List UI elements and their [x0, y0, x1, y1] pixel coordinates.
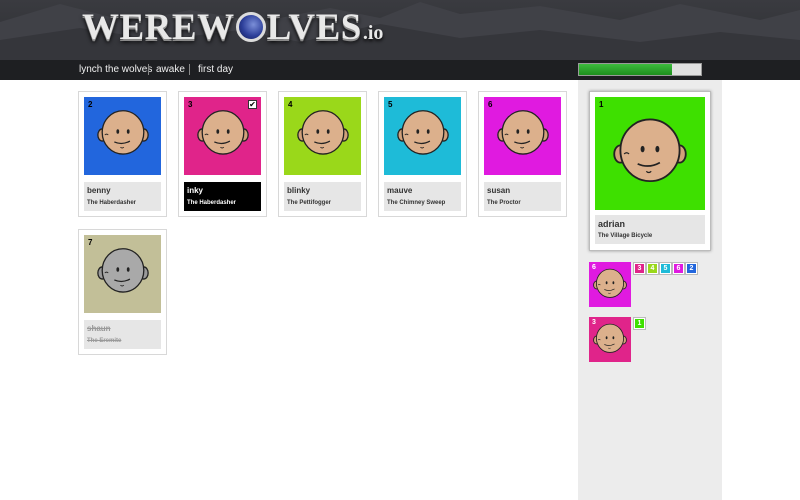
face-icon: [497, 109, 549, 161]
voter-badge: 4: [647, 263, 658, 274]
player-role: The Chimney Sweep: [387, 200, 446, 206]
player-card[interactable]: 3 ✔ inky The Haberdasher: [178, 91, 267, 217]
player-role: The Pettifogger: [287, 200, 332, 206]
face-icon: [297, 109, 349, 161]
player-role: The Eremite: [87, 338, 122, 344]
voter-badges: 3 4 5 6 2: [634, 263, 697, 274]
player-nameplate: shaun The Eremite: [84, 320, 161, 349]
player-name: mauve: [387, 186, 413, 195]
player-card[interactable]: 2 benny The Haberdasher: [78, 91, 167, 217]
player-name: adrian: [598, 219, 626, 229]
player-role: The Haberdasher: [87, 200, 137, 206]
player-nameplate: benny The Haberdasher: [84, 182, 161, 211]
player-nameplate: blinky The Pettifogger: [284, 182, 361, 211]
player-portrait: 2: [84, 97, 161, 175]
logo-text-end: LVES: [266, 7, 362, 48]
top-header: WEREW LVES .io lynch the wolves awake fi…: [0, 0, 800, 80]
voter-badge: 3: [634, 263, 645, 274]
logo-text-start: WEREW: [82, 7, 235, 48]
face-icon: [397, 109, 449, 161]
player-portrait: 5: [384, 97, 461, 175]
phase-progress-bar: [578, 63, 702, 76]
player-nameplate: susan The Proctor: [484, 182, 561, 211]
player-portrait: 7: [84, 235, 161, 313]
face-icon: [197, 109, 249, 161]
voter-badge: 6: [673, 263, 684, 274]
player-name: susan: [487, 186, 511, 195]
player-nameplate: adrian The Village Bicycle: [595, 215, 705, 244]
face-icon: [593, 268, 627, 304]
player-portrait: 6: [484, 97, 561, 175]
check-icon: ✔: [248, 100, 257, 109]
nav-divider: [189, 64, 190, 75]
player-portrait: 3 ✔: [184, 97, 261, 175]
face-icon: [97, 109, 149, 161]
player-number: 3: [188, 100, 193, 109]
player-name: shaun: [87, 324, 111, 333]
nav-lynch-the-wolves[interactable]: lynch the wolves: [79, 64, 152, 75]
player-number: 4: [288, 100, 293, 109]
player-name: inky: [187, 186, 204, 195]
phase-progress-fill: [579, 64, 672, 75]
player-role: The Haberdasher: [187, 200, 237, 206]
face-icon: [593, 323, 627, 359]
voter-badges: 1: [634, 318, 645, 329]
player-portrait: 1: [595, 97, 705, 210]
voter-badge: 5: [660, 263, 671, 274]
vote-target-thumb[interactable]: 3: [589, 317, 631, 362]
face-icon: [97, 247, 149, 299]
player-name: blinky: [287, 186, 311, 195]
player-number: 5: [388, 100, 393, 109]
vote-target-thumb[interactable]: 6: [589, 262, 631, 307]
player-card[interactable]: 4 blinky The Pettifogger: [278, 91, 367, 217]
voter-badge: 1: [634, 318, 645, 329]
nav-awake[interactable]: awake: [156, 64, 185, 75]
moon-icon: [235, 12, 266, 42]
player-role: The Village Bicycle: [598, 233, 653, 239]
player-name: benny: [87, 186, 111, 195]
voter-badge: 2: [686, 263, 697, 274]
nav-first-day[interactable]: first day: [198, 64, 233, 75]
player-nameplate: mauve The Chimney Sweep: [384, 182, 461, 211]
player-card[interactable]: 7 shaun The Eremite: [78, 229, 167, 355]
player-portrait: 4: [284, 97, 361, 175]
player-role: The Proctor: [487, 200, 521, 206]
player-number: 7: [88, 238, 93, 247]
player-nameplate: inky The Haberdasher: [184, 182, 261, 211]
player-number: 2: [88, 100, 93, 109]
logo-tld: .io: [362, 22, 384, 44]
nav-divider: [148, 64, 149, 75]
player-number: 1: [599, 100, 604, 109]
player-card[interactable]: 6 susan The Proctor: [478, 91, 567, 217]
player-card[interactable]: 5 mauve The Chimney Sweep: [378, 91, 467, 217]
face-icon: [613, 117, 687, 189]
my-player-card[interactable]: 1 adrian The Village Bicycle: [589, 91, 711, 251]
player-number: 6: [488, 100, 493, 109]
werewolves-logo[interactable]: WEREW LVES .io: [82, 6, 384, 48]
